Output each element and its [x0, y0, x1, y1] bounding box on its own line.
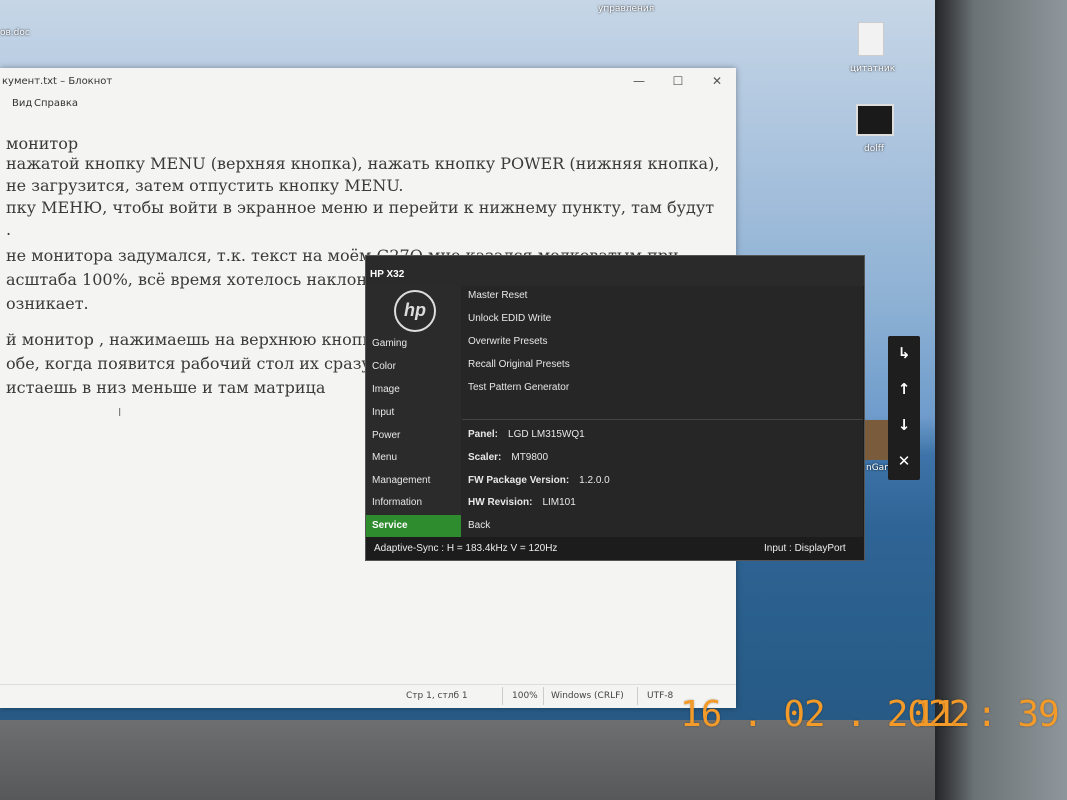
- osd-item-recall-presets[interactable]: Recall Original Presets: [468, 359, 570, 370]
- close-icon[interactable]: ✕: [888, 446, 920, 476]
- osd-nav-label: Power: [372, 430, 401, 441]
- osd-item-overwrite-presets[interactable]: Overwrite Presets: [468, 336, 547, 347]
- osd-nav-label: Color: [372, 361, 396, 372]
- info-label: Scaler:: [468, 452, 502, 463]
- osd-info-scaler: Scaler: MT9800: [468, 452, 548, 463]
- osd-item-master-reset[interactable]: Master Reset: [468, 290, 527, 301]
- status-separator: [502, 687, 503, 705]
- info-label: FW Package Version:: [468, 475, 570, 486]
- text-line: озникает.: [6, 294, 89, 313]
- desktop-shortcut-label-2[interactable]: dolff: [864, 144, 884, 154]
- text-line: истаешь в низ меньше и там матрица: [6, 378, 326, 397]
- desktop-label-control-panel[interactable]: управления: [598, 4, 654, 14]
- status-separator: [637, 687, 638, 705]
- hp-logo-icon: hp: [394, 290, 436, 332]
- osd-nav-label: Menu: [372, 452, 398, 463]
- menu-view[interactable]: Вид: [12, 98, 32, 109]
- game-shortcut-icon[interactable]: [862, 420, 888, 460]
- minimize-button[interactable]: —: [624, 72, 654, 90]
- osd-info-hw: HW Revision: LIM101: [468, 497, 576, 508]
- osd-nav-image[interactable]: Image: [366, 379, 461, 401]
- monitor-side-bezel: [935, 0, 1067, 800]
- menu-help[interactable]: Справка: [34, 98, 78, 109]
- info-label: Panel:: [468, 429, 499, 440]
- osd-nav-label: Input: [372, 407, 395, 418]
- status-encoding: UTF-8: [647, 691, 674, 701]
- monitor-osd-menu: HP X32 hp Gaming Color Image Input Power…: [365, 255, 865, 561]
- arrow-down-icon[interactable]: ↓: [888, 410, 920, 440]
- osd-nav-power[interactable]: Power: [366, 425, 461, 447]
- text-cursor-icon: I: [118, 406, 122, 419]
- osd-nav-label: Gaming: [372, 338, 408, 349]
- info-value: 1.2.0.0: [579, 475, 610, 486]
- status-position: Стр 1, стлб 1: [406, 691, 468, 701]
- arrow-up-icon[interactable]: ↑: [888, 374, 920, 404]
- enter-arrow-icon[interactable]: ↳: [888, 338, 920, 368]
- window-title: кумент.txt – Блокнот: [2, 76, 113, 87]
- info-value: LGD LM315WQ1: [508, 429, 585, 440]
- osd-footer: Adaptive-Sync : H = 183.4kHz V = 120Hz I…: [366, 537, 864, 560]
- osd-nav-management[interactable]: Management: [366, 470, 461, 492]
- file-icon[interactable]: [858, 22, 884, 56]
- osd-divider: [462, 419, 863, 420]
- osd-nav-label: Image: [372, 384, 400, 395]
- osd-nav-input[interactable]: Input: [366, 402, 461, 424]
- osd-nav-label: Information: [372, 497, 423, 508]
- info-value: MT9800: [511, 452, 549, 463]
- status-bar: Стр 1, стлб 1 100% Windows (CRLF) UTF-8: [0, 684, 736, 709]
- osd-nav-information[interactable]: Information: [366, 492, 461, 514]
- photo-time-stamp: 11 : 39: [914, 694, 1060, 735]
- status-separator: [543, 687, 544, 705]
- close-button[interactable]: ✕: [702, 72, 732, 90]
- osd-button-bar: ↳ ↑ ↓ ✕: [888, 336, 920, 480]
- info-label: HW Revision:: [468, 497, 533, 508]
- text-line: монитор: [6, 134, 79, 153]
- osd-item-test-pattern[interactable]: Test Pattern Generator: [468, 382, 569, 393]
- menu-bar: Вид Справка: [0, 96, 736, 114]
- info-value: LIM101: [542, 497, 576, 508]
- text-line: пку МЕНЮ, чтобы войти в экранное меню и …: [6, 198, 715, 217]
- osd-info-fw: FW Package Version: 1.2.0.0: [468, 475, 610, 486]
- text-line: .: [6, 220, 12, 239]
- desktop-shortcut-label[interactable]: цитатник: [850, 64, 895, 74]
- osd-nav-label: Service: [372, 520, 408, 531]
- osd-input-source: Input : DisplayPort: [764, 543, 846, 554]
- osd-nav-menu[interactable]: Menu: [366, 447, 461, 469]
- text-line: нажатой кнопку MENU (верхняя кнопка), на…: [6, 154, 720, 173]
- osd-nav-service[interactable]: Service: [366, 515, 461, 537]
- osd-adaptive-sync: Adaptive-Sync : H = 183.4kHz V = 120Hz: [374, 543, 558, 554]
- osd-nav-label: Management: [372, 475, 431, 486]
- osd-title: HP X32: [370, 269, 405, 280]
- text-line: не загрузится, затем отпустить кнопку ME…: [6, 176, 404, 195]
- maximize-button[interactable]: ☐: [663, 72, 693, 90]
- osd-nav-gaming[interactable]: Gaming: [366, 333, 461, 355]
- osd-nav-color[interactable]: Color: [366, 356, 461, 378]
- osd-item-unlock-edid[interactable]: Unlock EDID Write: [468, 313, 551, 324]
- osd-back-button[interactable]: Back: [468, 520, 490, 531]
- osd-titlebar: [366, 256, 864, 286]
- status-line-endings: Windows (CRLF): [551, 691, 624, 701]
- monitor-shortcut-icon[interactable]: [856, 104, 894, 136]
- notepad-titlebar[interactable]: кумент.txt – Блокнот — ☐ ✕: [0, 68, 736, 96]
- osd-info-panel: Panel: LGD LM315WQ1: [468, 429, 585, 440]
- desktop-label-doc[interactable]: ов.doc: [0, 28, 30, 38]
- text-line: обе, когда появится рабочий стол их сраз…: [6, 354, 406, 373]
- text-line: асштаба 100%, всё время хотелось наклони…: [6, 270, 387, 289]
- status-zoom: 100%: [512, 691, 538, 701]
- text-line: й монитор , нажимаешь на верхнюю кнопку …: [6, 330, 393, 349]
